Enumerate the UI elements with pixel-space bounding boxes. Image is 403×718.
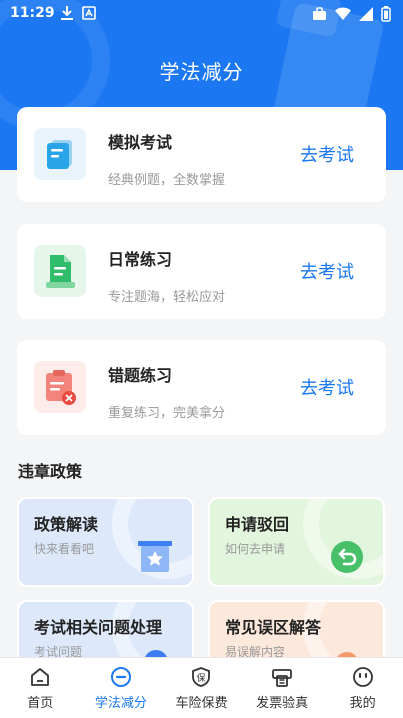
tile-title: 常见误区解答 [225, 618, 322, 637]
practice-doc-icon [34, 245, 86, 297]
status-notifications [60, 5, 96, 21]
go-exam-button[interactable]: 去考试 [300, 258, 354, 284]
go-exam-button[interactable]: 去考试 [300, 374, 354, 400]
battery-icon [381, 6, 391, 22]
section-title: 违章政策 [18, 462, 83, 481]
signal-icon [359, 7, 373, 21]
tile-subtitle: 如何去申请 [225, 542, 286, 556]
status-time: 11:29 [10, 5, 55, 21]
card-subtitle: 专注题海，轻松应对 [108, 290, 226, 305]
nav-label: 学法减分 [94, 696, 147, 711]
nav-study-points[interactable]: 学法减分 [81, 658, 162, 718]
card-daily-practice[interactable]: 日常练习 专注题海，轻松应对 去考试 [17, 224, 386, 319]
tile-subtitle: 快来看看吧 [34, 542, 95, 556]
svg-text:保: 保 [197, 672, 206, 684]
invoice-printer-icon [272, 669, 292, 687]
nav-label: 车险保费 [175, 696, 228, 711]
nav-label: 首页 [27, 696, 54, 711]
status-bar: 11:29 [0, 0, 403, 28]
card-title: 日常练习 [108, 250, 173, 269]
nav-invoice[interactable]: 发票验真 [242, 658, 323, 718]
nav-insurance[interactable]: 保 车险保费 [161, 658, 242, 718]
nav-label: 发票验真 [256, 696, 309, 711]
wifi-icon [335, 7, 351, 20]
card-subtitle: 重复练习，完美拿分 [108, 406, 226, 421]
exam-paper-icon [34, 128, 86, 180]
card-title: 错题练习 [108, 366, 173, 385]
tile-title: 考试相关问题处理 [34, 618, 163, 637]
app-notification-icon [82, 6, 96, 20]
go-exam-button[interactable]: 去考试 [300, 141, 354, 167]
card-mock-exam[interactable]: 模拟考试 经典例题，全数掌握 去考试 [17, 107, 386, 202]
minus-circle-icon [110, 667, 131, 687]
download-icon [61, 6, 73, 20]
nav-label: 我的 [349, 696, 376, 711]
wrong-questions-icon [34, 361, 86, 413]
home-icon [31, 668, 50, 686]
shield-icon: 保 [192, 667, 211, 687]
tile-apply-rejection[interactable]: 申请驳回 如何去申请 [208, 497, 385, 587]
briefcase-icon [313, 7, 326, 20]
tile-policy-interpretation[interactable]: 政策解读 快来看看吧 [17, 497, 194, 587]
policy-board-icon [138, 541, 172, 572]
status-system-icons [312, 6, 391, 22]
nav-home[interactable]: 首页 [0, 658, 81, 718]
bottom-navigation: 首页 学法减分 保 车险保费 发票验真 我的 [0, 657, 403, 718]
card-wrong-questions[interactable]: 错题练习 重复练习，完美拿分 去考试 [17, 340, 386, 435]
tile-title: 政策解读 [34, 515, 99, 534]
card-subtitle: 经典例题，全数掌握 [108, 173, 226, 188]
nav-profile[interactable]: 我的 [322, 658, 403, 718]
card-title: 模拟考试 [108, 133, 173, 152]
return-arrow-icon [331, 541, 363, 573]
smiley-icon [352, 667, 373, 687]
tile-title: 申请驳回 [225, 515, 290, 534]
page-title: 学法减分 [159, 60, 244, 84]
